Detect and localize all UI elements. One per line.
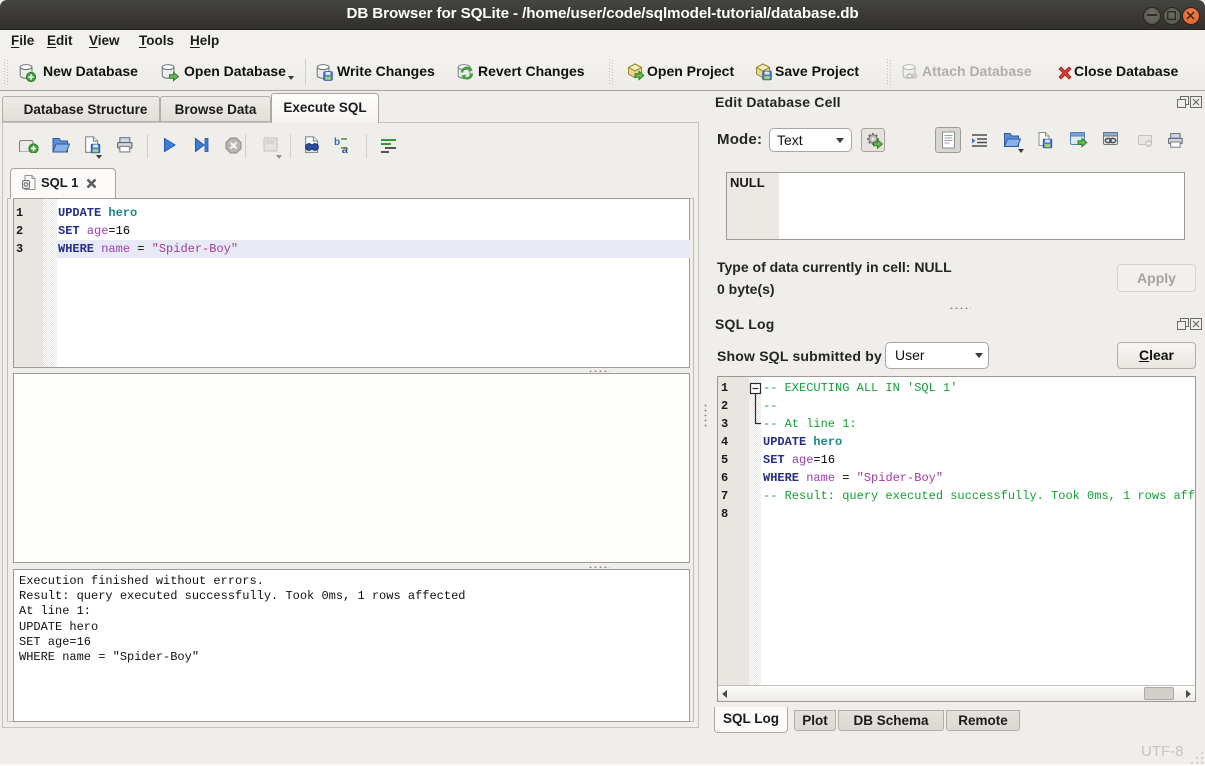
svg-text:a: a xyxy=(342,144,348,155)
svg-text:b: b xyxy=(334,137,340,148)
